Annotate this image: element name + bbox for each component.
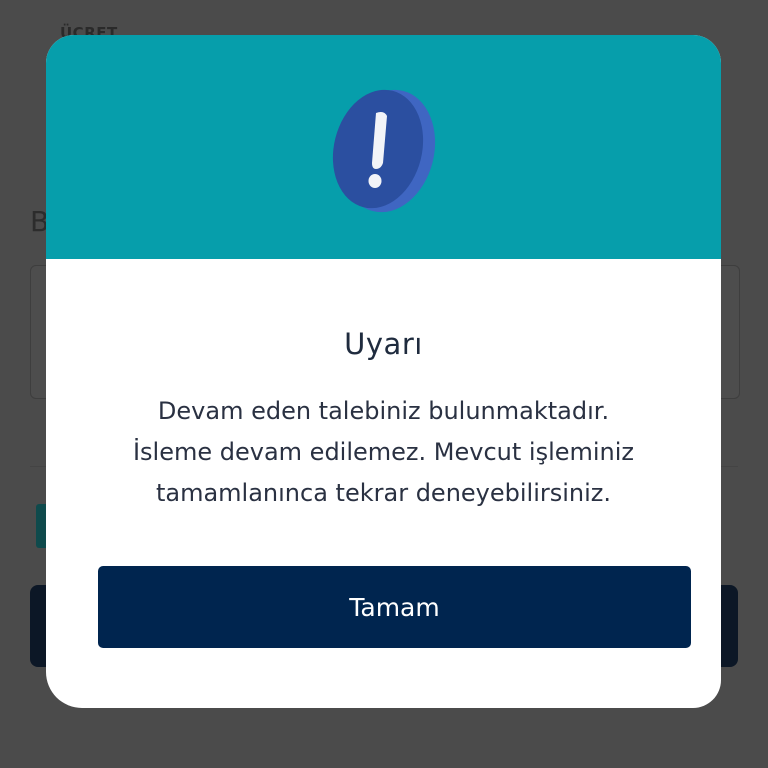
dialog-title: Uyarı — [344, 327, 423, 361]
dialog-message: Devam eden talebiniz bulunmaktadır. İsle… — [86, 391, 681, 514]
exclamation-icon — [332, 89, 436, 213]
dialog-header — [46, 35, 721, 259]
alert-dialog: Uyarı Devam eden talebiniz bulunmaktadır… — [46, 35, 721, 708]
dialog-message-line: tamamlanınca tekrar deneyebilirsiniz. — [155, 479, 612, 507]
dialog-message-line: İsleme devam edilemez. Mevcut işleminiz — [132, 438, 635, 466]
dialog-message-line: Devam eden talebiniz bulunmaktadır. — [157, 397, 610, 425]
ok-button[interactable]: Tamam — [98, 566, 691, 648]
